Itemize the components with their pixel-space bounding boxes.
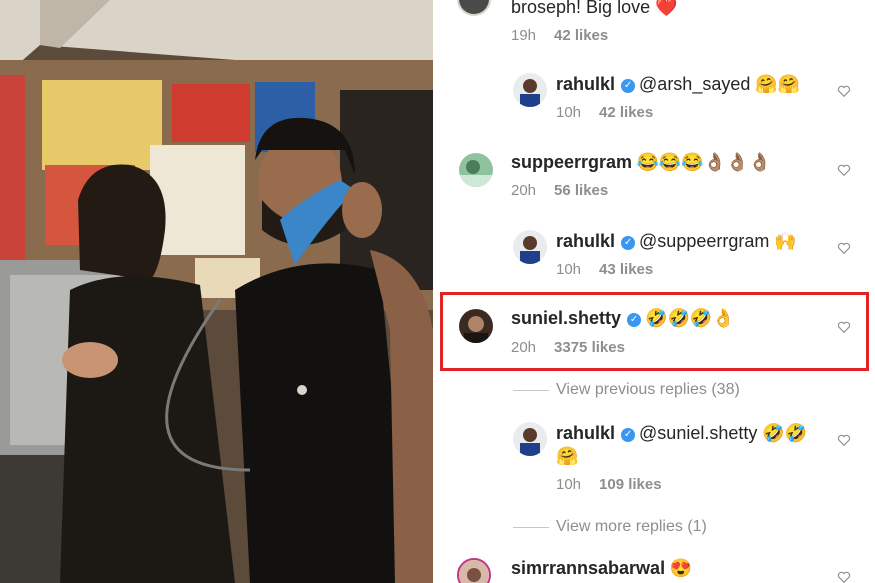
view-previous-replies-link[interactable]: View previous replies (38) xyxy=(556,381,740,399)
comment-username[interactable]: simrrannsabarwal xyxy=(511,558,665,578)
avatar[interactable] xyxy=(459,153,493,187)
comment-meta: 10h 109 likes xyxy=(556,476,662,493)
comment-body: simrrannsabarwal 😍 xyxy=(511,558,692,579)
like-heart-icon[interactable] xyxy=(837,241,851,255)
replies-divider xyxy=(513,527,549,528)
comment-likes[interactable]: 43 likes xyxy=(599,261,653,278)
comment-meta: 20h 56 likes xyxy=(511,182,608,199)
replies-divider xyxy=(513,390,549,391)
like-heart-icon[interactable] xyxy=(837,433,851,447)
comment-likes[interactable]: 42 likes xyxy=(599,104,653,121)
reply-item: rahulkl ✓ @suppeerrgram 🙌 10h 43 likes xyxy=(433,225,875,285)
comment-likes[interactable]: 109 likes xyxy=(599,476,662,493)
comment-username[interactable]: suppeerrgram xyxy=(511,152,632,172)
avatar[interactable] xyxy=(457,0,491,16)
comment-body: rahulkl ✓ @suniel.shetty 🤣🤣 🤗 xyxy=(556,423,826,467)
comment-text: @suppeerrgram 🙌 xyxy=(639,231,797,251)
comment-body: rahulkl ✓ @suppeerrgram 🙌 xyxy=(556,231,797,252)
comment-likes[interactable]: 42 likes xyxy=(554,27,608,44)
comment-meta: 10h 42 likes xyxy=(556,104,653,121)
comment-text: 😍 xyxy=(669,558,692,578)
comment-username[interactable]: rahulkl xyxy=(556,74,615,94)
comment-text: @arsh_sayed 🤗🤗 xyxy=(639,74,801,94)
avatar[interactable] xyxy=(457,558,491,583)
comment-text-continued: 🤗 xyxy=(556,446,579,466)
comment-time: 20h xyxy=(511,182,537,199)
comment-text: broseph! Big love ❤️ xyxy=(511,0,678,17)
like-heart-icon[interactable] xyxy=(837,84,851,98)
comment-item: broseph! Big love ❤️ 19h 42 likes xyxy=(433,0,875,50)
avatar[interactable] xyxy=(513,422,547,456)
verified-icon: ✓ xyxy=(621,236,636,250)
highlight-box xyxy=(440,292,869,371)
comment-time: 19h xyxy=(511,27,537,44)
comment-meta: 10h 43 likes xyxy=(556,261,653,278)
comment-time: 10h xyxy=(556,104,582,121)
avatar[interactable] xyxy=(513,73,547,107)
comment-body: rahulkl ✓ @arsh_sayed 🤗🤗 xyxy=(556,74,800,95)
reply-item: rahulkl ✓ @arsh_sayed 🤗🤗 10h 42 likes xyxy=(433,68,875,128)
comment-text: @suniel.shetty 🤣🤣 xyxy=(639,423,808,443)
comment-username[interactable]: rahulkl xyxy=(556,231,615,251)
avatar[interactable] xyxy=(513,230,547,264)
like-heart-icon[interactable] xyxy=(837,570,851,583)
comment-meta: 19h 42 likes xyxy=(511,27,608,44)
comment-likes[interactable]: 56 likes xyxy=(554,182,608,199)
verified-icon: ✓ xyxy=(621,79,636,93)
comment-username[interactable]: rahulkl xyxy=(556,423,615,443)
comment-item: suppeerrgram 😂😂😂👌🏽👌🏽👌🏽 20h 56 likes xyxy=(433,146,875,206)
comment-text: 😂😂😂👌🏽👌🏽👌🏽 xyxy=(636,152,771,172)
comment-item: simrrannsabarwal 😍 xyxy=(433,553,875,583)
comment-time: 10h xyxy=(556,476,582,493)
like-heart-icon[interactable] xyxy=(837,163,851,177)
comment-body: suppeerrgram 😂😂😂👌🏽👌🏽👌🏽 xyxy=(511,152,771,173)
reply-item: rahulkl ✓ @suniel.shetty 🤣🤣 🤗 10h 109 likes xyxy=(433,420,875,500)
post-photo xyxy=(0,0,433,583)
view-more-replies-link[interactable]: View more replies (1) xyxy=(556,518,707,536)
verified-icon: ✓ xyxy=(621,428,636,442)
comment-time: 10h xyxy=(556,261,582,278)
